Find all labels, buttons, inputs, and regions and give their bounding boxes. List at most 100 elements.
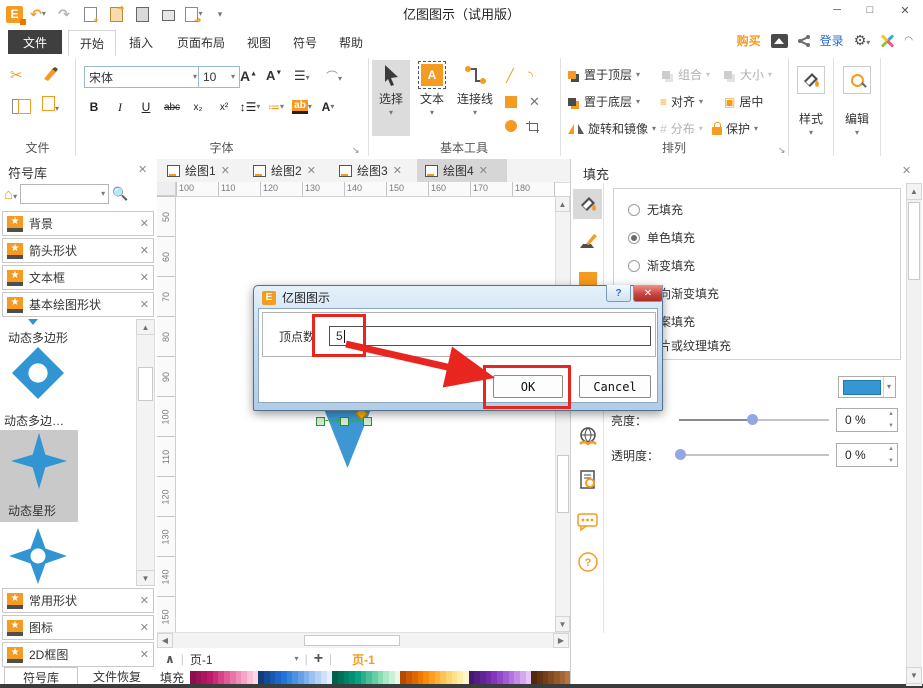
copy-icon[interactable]: [12, 96, 31, 117]
tab-view[interactable]: 视图: [238, 30, 280, 54]
font-color-button[interactable]: A▾: [316, 96, 340, 118]
category-close-icon[interactable]: ✕: [140, 244, 149, 257]
option-gradient-fill[interactable]: 渐变填充: [628, 257, 695, 274]
share-icon[interactable]: [798, 35, 810, 47]
pencil-tool-icon[interactable]: ✕: [529, 94, 540, 110]
category-close-icon[interactable]: ✕: [140, 298, 149, 311]
search-icon[interactable]: 🔍: [112, 186, 128, 202]
close-button[interactable]: ✕: [896, 3, 914, 17]
canvas-scroll-right-icon[interactable]: ▶: [553, 633, 569, 648]
protect-button[interactable]: 保护▾: [712, 120, 758, 137]
shape-dynamic-star-2[interactable]: [8, 528, 68, 587]
strikethrough-button[interactable]: abc: [160, 96, 184, 118]
doc-tab-1[interactable]: 绘图1 ✕: [159, 159, 238, 182]
increase-font-icon[interactable]: A▲: [240, 68, 257, 84]
shapes-scroll-thumb[interactable]: [138, 367, 153, 401]
transparency-slider[interactable]: [679, 454, 829, 456]
tab-home[interactable]: 开始: [68, 30, 116, 56]
panel-scroll-thumb[interactable]: [908, 202, 920, 280]
attachment-note-icon[interactable]: [573, 465, 602, 495]
buy-button[interactable]: 购买: [737, 32, 761, 49]
category-arrow-shapes[interactable]: ★ 箭头形状 ✕: [2, 238, 154, 263]
selection-handle[interactable]: [363, 417, 372, 426]
vertex-count-input[interactable]: 5: [329, 326, 651, 346]
bold-button[interactable]: B: [82, 96, 106, 118]
decrease-font-icon[interactable]: A▼: [266, 68, 282, 83]
rotate-mirror-button[interactable]: 旋转和镜像▾: [568, 120, 656, 137]
category-common-shapes[interactable]: ★ 常用形状 ✕: [2, 588, 154, 613]
symbol-library-close-icon[interactable]: ✕: [138, 163, 147, 176]
shapes-scroll-up-icon[interactable]: ▲: [136, 319, 155, 335]
doc-tab-close-icon[interactable]: ✕: [393, 164, 402, 177]
curved-text-icon[interactable]: ⌒▾: [326, 68, 342, 85]
settings-gear-icon[interactable]: ⚙▾: [854, 32, 871, 49]
canvas-h-scrollbar[interactable]: ◀ ▶: [157, 632, 570, 649]
rectangle-tool-icon[interactable]: [505, 96, 517, 108]
panel-scroll-up-icon[interactable]: ▲: [906, 183, 922, 200]
arc-tool-icon[interactable]: ◝: [528, 68, 533, 84]
doc-tab-2[interactable]: 绘图2 ✕: [245, 159, 324, 182]
category-2d-block[interactable]: ★ 2D框图 ✕: [2, 642, 154, 667]
crop-tool-icon[interactable]: [529, 121, 539, 131]
paste-icon[interactable]: ▾: [42, 96, 59, 114]
subscript-button[interactable]: x₂: [186, 96, 210, 118]
shape-dynamic-star-selected[interactable]: 动态星形: [0, 430, 78, 522]
collapse-ribbon-icon[interactable]: ◠: [904, 36, 913, 46]
fill-color-dropdown[interactable]: ▾: [838, 376, 896, 398]
canvas-v-scrollbar[interactable]: [555, 196, 571, 632]
doc-tab-close-icon[interactable]: ✕: [221, 164, 230, 177]
save-button[interactable]: [131, 4, 153, 24]
screenshot-icon[interactable]: [771, 34, 788, 48]
spin-up-icon[interactable]: ▲: [888, 411, 894, 417]
transparency-slider-handle[interactable]: [675, 449, 686, 460]
hyperlink-globe-icon[interactable]: [573, 422, 602, 452]
shapes-scroll-down-icon[interactable]: ▼: [136, 570, 155, 586]
new-document-button[interactable]: +: [79, 4, 101, 24]
line-spacing-button[interactable]: ↕☰▾: [238, 96, 262, 118]
home-icon[interactable]: ⌂▾: [4, 186, 17, 203]
font-size-select[interactable]: 10▾: [198, 66, 240, 88]
canvas-scroll-up-icon[interactable]: ▲: [555, 196, 570, 212]
selection-handle[interactable]: [316, 417, 325, 426]
page-dropdown-caret-icon[interactable]: ▾: [295, 655, 299, 663]
select-tool-button[interactable]: 选择 ▾: [372, 60, 410, 136]
category-basic-drawing-shapes[interactable]: ★ 基本绘图形状 ✕: [2, 292, 154, 317]
bring-front-button[interactable]: 置于顶层▾: [568, 66, 640, 83]
connector-tool-button[interactable]: 连接线 ▾: [453, 60, 497, 136]
page-name-dropdown[interactable]: 页-1: [190, 651, 213, 668]
category-text-box[interactable]: ★ 文本框 ✕: [2, 265, 154, 290]
fill-tool-icon[interactable]: [573, 189, 602, 219]
tab-symbols[interactable]: 符号: [284, 30, 326, 54]
bullet-list-button[interactable]: ≔▾: [264, 96, 288, 118]
size-button[interactable]: 大小▾: [724, 66, 772, 83]
fill-panel-close-icon[interactable]: ✕: [902, 164, 911, 177]
customize-quickbar-button[interactable]: ▾: [209, 4, 231, 24]
font-name-select[interactable]: 宋体▾: [84, 66, 202, 88]
doc-tab-3[interactable]: 绘图3 ✕: [331, 159, 410, 182]
canvas-h-scroll-thumb[interactable]: [304, 635, 400, 646]
export-button[interactable]: ➜▾: [183, 4, 205, 24]
tab-help[interactable]: 帮助: [330, 30, 372, 54]
open-button[interactable]: ➜: [105, 4, 127, 24]
category-close-icon[interactable]: ✕: [140, 217, 149, 230]
add-page-button[interactable]: +: [314, 650, 323, 668]
minimize-button[interactable]: ─: [828, 3, 846, 17]
category-close-icon[interactable]: ✕: [140, 594, 149, 607]
category-close-icon[interactable]: ✕: [140, 271, 149, 284]
file-menu-button[interactable]: 文件: [8, 30, 62, 54]
doc-tab-close-icon[interactable]: ✕: [479, 164, 488, 177]
maximize-button[interactable]: □: [861, 3, 879, 17]
send-back-button[interactable]: 置于底层▾: [568, 93, 640, 110]
undo-button[interactable]: ↶▾: [27, 4, 49, 24]
line-style-icon[interactable]: [573, 227, 602, 257]
distribute-button[interactable]: # 分布▾: [660, 120, 703, 137]
redo-button[interactable]: ↷: [53, 4, 75, 24]
style-button[interactable]: 样式 ▾: [792, 62, 830, 154]
cut-icon[interactable]: ✂: [10, 66, 23, 84]
category-close-icon[interactable]: ✕: [140, 621, 149, 634]
transparency-spinner[interactable]: 0 % ▲ ▼: [836, 443, 898, 467]
dialog-help-button[interactable]: ?: [606, 285, 631, 302]
help-icon[interactable]: ?: [573, 547, 602, 577]
doc-tab-4-active[interactable]: 绘图4 ✕: [417, 159, 507, 182]
italic-button[interactable]: I: [108, 96, 132, 118]
